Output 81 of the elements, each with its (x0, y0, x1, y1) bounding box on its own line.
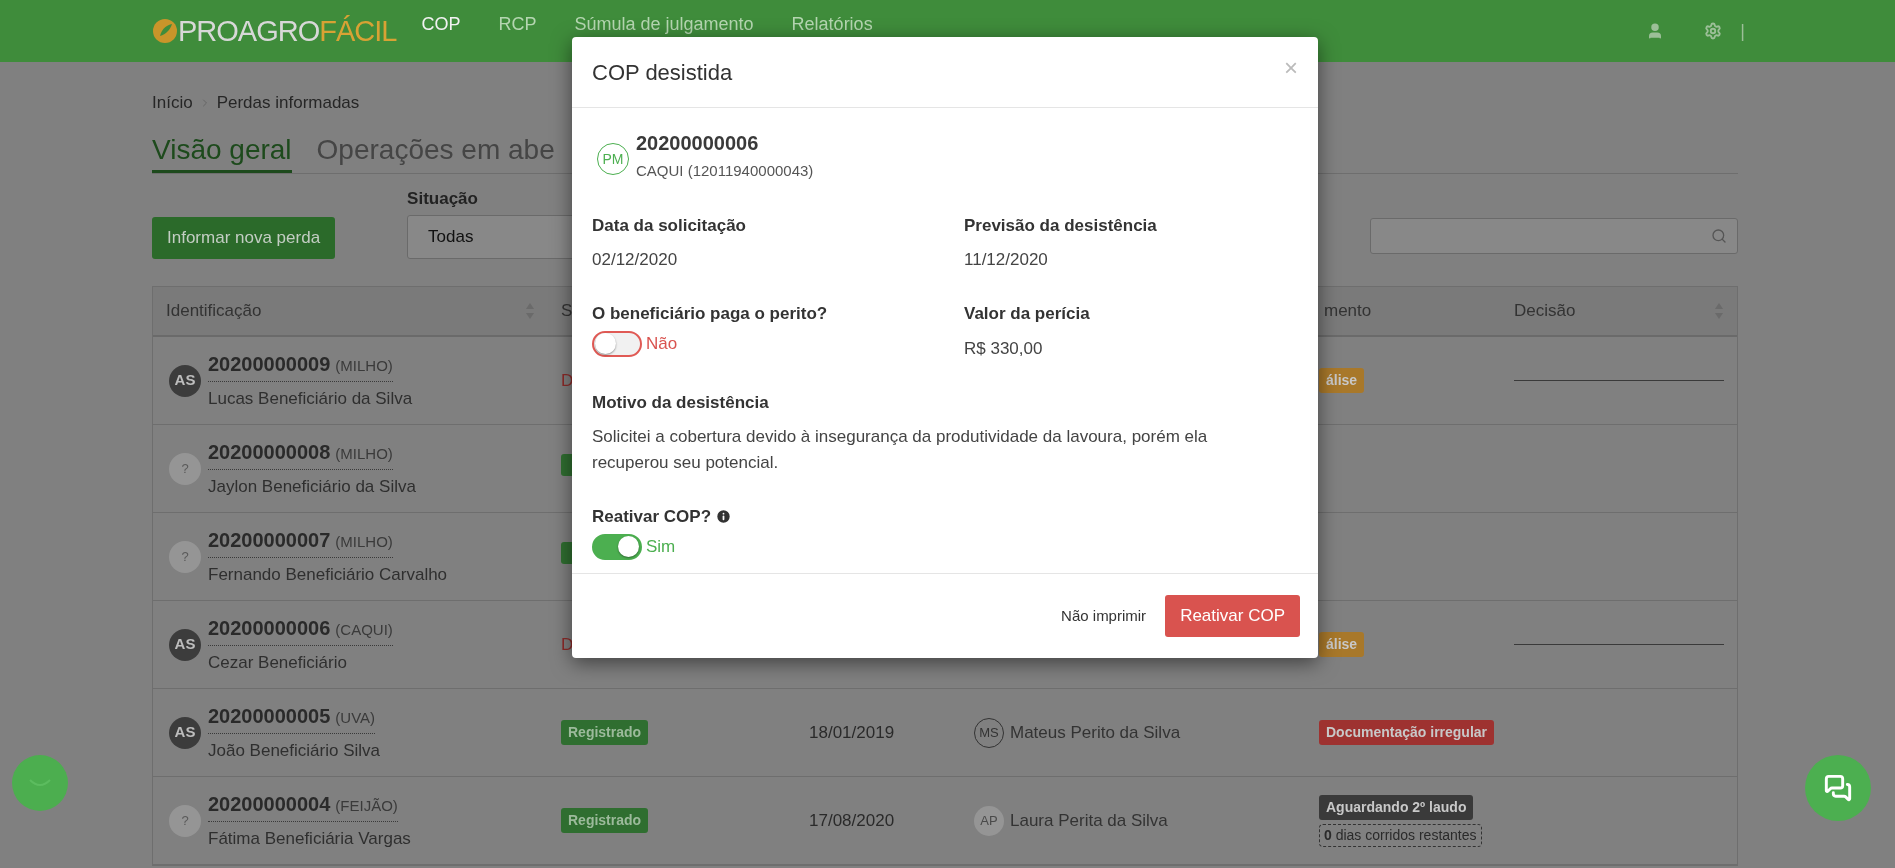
avatar: AS (169, 628, 201, 661)
nav-link[interactable]: Súmula de julgamento (574, 14, 754, 34)
operation-number[interactable]: 20200000006 (208, 613, 331, 644)
status-badge: Registrado (561, 808, 649, 833)
status-text: D (561, 634, 574, 654)
status-badge: álise (1319, 368, 1365, 393)
reactivate-button[interactable]: Reativar COP (1165, 595, 1300, 637)
countdown-tag: 0 dias corridos restantes (1319, 823, 1482, 847)
toggle-switch[interactable] (592, 330, 642, 357)
tab[interactable]: Operações em abe (316, 131, 555, 173)
record-number: 20200000006 (636, 131, 760, 156)
status-badge: Registrado (561, 720, 649, 745)
avatar: ? (169, 804, 201, 837)
close-button[interactable]: × (1284, 56, 1298, 80)
status-badge: álise (1319, 632, 1365, 657)
beneficiary-name: Fátima Beneficiária Vargas (208, 828, 411, 851)
search-field[interactable] (1370, 218, 1738, 254)
expert-avatar: AP (974, 805, 1004, 836)
modal-title: COP desistida (592, 58, 733, 87)
field-label: Motivo da desistência (592, 391, 769, 414)
status-badge: Aguardando 2º laudo (1319, 794, 1474, 820)
field-label: O beneficiário paga o perito? (592, 303, 828, 325)
toggle-state: Não (646, 332, 678, 355)
nav-separator: | (1740, 19, 1745, 43)
crop-label: (MILHO) (335, 444, 393, 465)
record-detail: CAQUI (12011940000043) (636, 161, 814, 181)
logo[interactable]: PROAGROFÁCIL (152, 16, 397, 46)
breadcrumb-link[interactable]: Início (152, 90, 193, 116)
filter-label: Situação (407, 187, 479, 210)
column-header[interactable]: Identificação (166, 298, 262, 324)
field-label: Previsão da desistência (964, 214, 1157, 237)
operation-number[interactable]: 20200000007 (208, 525, 331, 556)
beneficiary-name: João Beneficiário Silva (208, 740, 380, 763)
column-header[interactable]: S (561, 301, 573, 321)
crop-label: (MILHO) (335, 356, 393, 377)
column-header[interactable]: Decisão (1514, 298, 1576, 324)
field-label: Reativar COP? (592, 506, 712, 528)
avatar: AS (169, 716, 201, 749)
crop-label: (MILHO) (335, 532, 393, 553)
avatar: AS (169, 364, 201, 397)
nav-link[interactable]: COP (421, 14, 461, 34)
tab[interactable]: Visão geral (152, 131, 292, 173)
date-text: 18/01/2019 (809, 722, 895, 742)
column-header[interactable]: mento (1324, 301, 1372, 321)
beneficiary-name: Lucas Beneficiário da Silva (208, 388, 413, 411)
crop-label: (UVA) (335, 708, 376, 729)
field-label: Valor da perícia (964, 303, 1090, 325)
logo-text: PROAGRO (178, 16, 320, 46)
toggle-state: Sim (646, 535, 676, 558)
crop-label: (FEIJÃO) (335, 796, 398, 817)
expert-name: Mateus Perito da Silva (1010, 721, 1181, 744)
date-text: 17/08/2020 (809, 810, 895, 830)
beneficiary-name: Jaylon Beneficiário da Silva (208, 476, 416, 499)
do-not-print-button[interactable]: Não imprimir (1057, 604, 1151, 628)
new-loss-button[interactable]: Informar nova perda (152, 217, 336, 259)
operation-number[interactable]: 20200000008 (208, 437, 331, 468)
operation-number[interactable]: 20200000005 (208, 701, 331, 732)
search-icon (1711, 228, 1727, 244)
beneficiary-name: Fernando Beneficiário Carvalho (208, 564, 448, 587)
field-value: R$ 330,00 (964, 337, 1044, 360)
operation-number[interactable]: 20200000009 (208, 349, 331, 380)
chat-launcher-button[interactable] (12, 755, 68, 811)
toggle-switch[interactable] (592, 533, 642, 560)
avatar: ? (169, 452, 201, 485)
nav-link[interactable]: RCP (498, 14, 537, 34)
crop-label: (CAQUI) (335, 620, 393, 641)
status-text: D (561, 370, 574, 390)
operation-number[interactable]: 20200000004 (208, 789, 331, 820)
leaf-icon (152, 18, 178, 44)
settings-icon[interactable] (1704, 22, 1723, 40)
status-badge: Documentação irregular (1319, 720, 1495, 745)
field-value: Solicitei a cobertura devido à insegurança da produtividade da lavoura, porém ela recuperou seu potencial. (592, 426, 1209, 474)
chat-icon (1824, 774, 1852, 802)
expert-name: Laura Perita da Silva (1010, 809, 1168, 832)
field-value: 11/12/2020 (964, 249, 1049, 271)
beneficiary-name: Cezar Beneficiário (208, 652, 348, 675)
breadcrumb-link[interactable]: Perdas informadas (216, 90, 360, 116)
logo-text: FÁCIL (319, 16, 397, 46)
info-icon[interactable] (715, 508, 733, 526)
avatar: ? (169, 540, 201, 573)
nav-link[interactable]: Relatórios (791, 14, 873, 34)
